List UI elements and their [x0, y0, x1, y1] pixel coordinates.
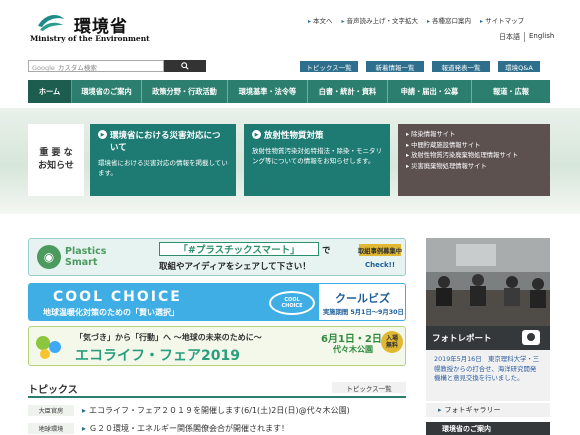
photo-gallery-link[interactable]: フォトギャラリー [426, 403, 550, 417]
cool-biz-period: 実施期間 5月1日～9月30日 [323, 309, 404, 316]
ecolife-fair-tagline: 「気づき」から「行動」へ ～地球の未来のために～ [75, 333, 262, 342]
topics-heading: トピックス [28, 385, 78, 396]
disaster-response-title: 環境省における災害対応について [98, 130, 228, 154]
press-release-button[interactable]: 報道発表一覧 [432, 61, 490, 72]
cool-choice-logo: COOL CHOICE [269, 291, 315, 315]
cool-choice-title: COOL CHOICE [53, 289, 182, 305]
leaf-icon [36, 336, 61, 359]
nav-whitepaper[interactable]: 白書・統計・資料 [308, 80, 388, 103]
utility-links: 本文へ 音声読み上げ・文字拡大 各種窓口案内 サイトマップ [308, 15, 524, 25]
nav-press[interactable]: 報道・広報 [472, 80, 550, 103]
ecolife-fair-title: エコライフ・フェア2019 [75, 348, 240, 364]
new-info-button[interactable]: 新着情報一覧 [366, 61, 424, 72]
plastics-smart-particle: で [322, 246, 331, 256]
disaster-response-desc: 環境省における災害対応の情報を掲載しています。 [98, 159, 228, 177]
topic-text[interactable]: エコライフ・フェア２０１９を開催します(6/1(土)2日(日)@代々木公園) [82, 405, 350, 416]
search-input[interactable]: Google カスタム検索 [28, 60, 164, 72]
cool-biz-panel: クールビズ 実施期間 5月1日～9月30日 [319, 284, 405, 320]
cool-choice-logo-text: COOL CHOICE [281, 297, 303, 309]
photo-report-title: フォトレポート [432, 334, 492, 344]
ecolife-fair-date: 6月1日・2日 [321, 334, 382, 345]
ecolife-fair-banner[interactable]: 「気づき」から「行動」へ ～地球の未来のために～ エコライフ・フェア2019 6… [28, 326, 406, 366]
radioactive-desc: 放射性物質汚染対処特措法・除染・モニタリング等についての情報をお知らせします。 [252, 147, 382, 165]
utility-link-contacts[interactable]: 各種窓口案内 [427, 15, 471, 25]
ministry-logo-icon [38, 14, 64, 31]
search-placeholder: カスタム検索 [57, 64, 97, 72]
search-brand: Google [32, 64, 55, 72]
search-button[interactable] [164, 60, 206, 72]
utility-link-main[interactable]: 本文へ [308, 15, 333, 25]
lang-english[interactable]: English [524, 32, 558, 42]
nav-about[interactable]: 環境省のご案内 [72, 80, 142, 103]
plastics-smart-sub: 取組やアイディアをシェアして下さい！ [159, 262, 311, 272]
env-qa-button[interactable]: 環境Q&A [498, 61, 540, 72]
photo-report-header[interactable]: フォトレポート [426, 326, 550, 350]
topics-list-button[interactable]: トピックス一覧 [300, 61, 358, 72]
search-icon [181, 62, 189, 70]
link-contaminated-waste[interactable]: 放射性物質汚染廃棄物処理情報サイト [406, 151, 542, 162]
plastics-smart-logo-text: Plastics Smart [65, 246, 107, 268]
topic-text[interactable]: Ｇ２０環境・エネルギー関係閣僚会合が開催されます！ [82, 423, 289, 434]
topics-divider [28, 396, 406, 398]
cool-biz-title: クールビズ [335, 292, 390, 305]
nav-standards[interactable]: 環境基準・法令等 [228, 80, 308, 103]
cool-choice-banner[interactable]: COOL CHOICE 地球温暖化対策のための「賢い選択」 COOL CHOIC… [28, 283, 406, 321]
site-logo[interactable]: 環境省 Ministry of the Environment [28, 10, 150, 46]
cool-choice-sub: 地球温暖化対策のための「賢い選択」 [43, 308, 179, 317]
important-notice-label: 重 要 な お知らせ [28, 124, 84, 196]
photo-report-image[interactable] [426, 238, 550, 326]
lang-japanese[interactable]: 日本語 [495, 32, 524, 42]
related-sites-box: 除染情報サイト 中間貯蔵施設情報サイト 放射性物質汚染廃棄物処理情報サイト 災害… [398, 124, 550, 196]
camera-icon [522, 330, 540, 345]
meeting-photo [426, 238, 550, 326]
topics-list-link[interactable]: トピックス一覧 [332, 382, 406, 393]
ecolife-fair-free-badge: 入場 無料 [381, 331, 403, 353]
link-interim-storage[interactable]: 中間貯蔵施設情報サイト [406, 141, 542, 152]
nav-policy[interactable]: 政策分野・行政活動 [142, 80, 228, 103]
ecolife-fair-place: 代々木公園 [333, 345, 373, 354]
about-ministry-header[interactable]: 環境省のご案内 [426, 422, 550, 435]
nav-home[interactable]: ホーム [28, 80, 72, 103]
link-disaster-waste[interactable]: 災害廃棄物処理情報サイト [406, 162, 542, 173]
photo-report-caption[interactable]: 2019年5月16日 東京理科大学・三幌教授からの打合せ、海洋研究開発機構と意見… [426, 350, 550, 401]
important-notice-text: 重 要 な お知らせ [38, 148, 74, 171]
disaster-response-box[interactable]: 環境省における災害対応について 環境省における災害対応の情報を掲載しています。 [90, 124, 236, 196]
radioactive-box[interactable]: 放射性物質対策 放射性物質汚染対処特措法・除染・モニタリング等についての情報をお… [244, 124, 390, 196]
language-switch: 日本語 English [495, 32, 558, 42]
topic-category: 地球環境 [28, 422, 74, 434]
topic-item[interactable]: 大臣官房 エコライフ・フェア２０１９を開催します(6/1(土)2日(日)@代々木… [28, 402, 406, 418]
ecolife-fair-free-text: 入場 無料 [385, 335, 398, 349]
nav-applications[interactable]: 申請・届出・公募 [388, 80, 472, 103]
plastics-smart-hashtag: 「#プラスチックスマート」 [159, 242, 319, 256]
utility-link-sitemap[interactable]: サイトマップ [480, 15, 524, 25]
utility-link-accessibility[interactable]: 音声読み上げ・文字拡大 [342, 15, 419, 25]
plastics-smart-check: Check!! [365, 261, 396, 269]
topic-category: 大臣官房 [28, 404, 74, 416]
plastics-smart-badge: 取組事例募集中 [358, 244, 402, 256]
logo-title-en: Ministry of the Environment [30, 34, 150, 43]
plastics-smart-banner[interactable]: ◉ Plastics Smart 「#プラスチックスマート」 で 取組やアイディ… [28, 238, 406, 276]
radioactive-title: 放射性物質対策 [252, 130, 382, 142]
main-nav: ホーム 環境省のご案内 政策分野・行政活動 環境基準・法令等 白書・統計・資料 … [28, 80, 550, 103]
globe-icon: ◉ [37, 245, 61, 269]
link-decontamination[interactable]: 除染情報サイト [406, 130, 542, 141]
quick-buttons: トピックス一覧 新着情報一覧 報道発表一覧 環境Q&A [300, 61, 540, 72]
topic-item[interactable]: 地球環境 Ｇ２０環境・エネルギー関係閣僚会合が開催されます！ [28, 420, 406, 435]
